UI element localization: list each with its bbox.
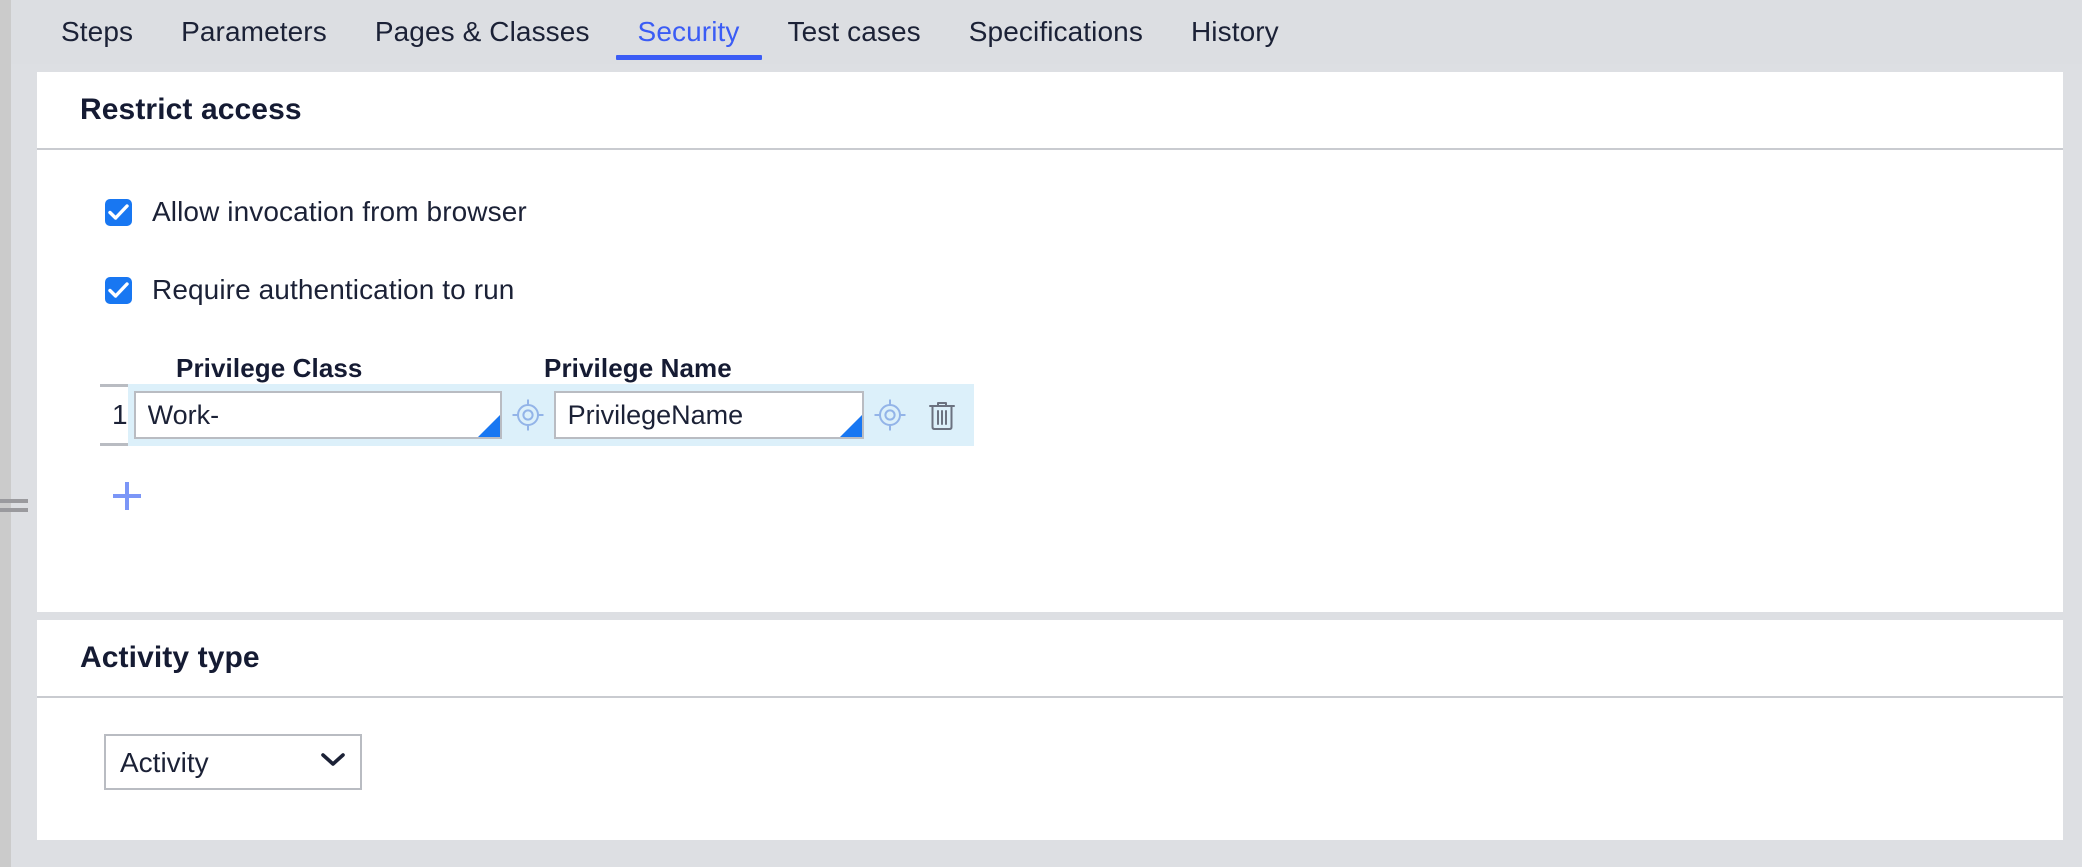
tab-bar: Steps Parameters Pages & Classes Securit… — [11, 0, 2082, 64]
crosshair-target-icon — [874, 399, 906, 431]
column-header-privilege-name: Privilege Name — [544, 353, 732, 383]
restrict-access-body: Allow invocation from browser Require au… — [37, 190, 2063, 524]
checkbox-label: Allow invocation from browser — [152, 196, 527, 227]
plus-icon — [113, 482, 141, 510]
activity-type-body: Activity — [37, 734, 2063, 790]
tab-label: Specifications — [968, 16, 1143, 47]
privilege-table: Privilege Class Privilege Name 1 — [37, 342, 2063, 446]
screen-root: Steps Parameters Pages & Classes Securit… — [0, 0, 2082, 867]
tab-label: History — [1190, 16, 1279, 47]
privilege-class-input[interactable] — [133, 391, 502, 439]
privilege-class-picker-button[interactable] — [502, 391, 554, 439]
page-title: Restrict access — [80, 93, 302, 126]
checkmark-icon — [108, 203, 129, 220]
restrict-access-card: Restrict access Allow invocation from br… — [37, 72, 2063, 612]
add-privilege-row-button[interactable] — [105, 474, 149, 518]
tab-test-cases[interactable]: Test cases — [764, 0, 945, 64]
drag-handle-icon[interactable] — [0, 494, 28, 516]
tab-steps[interactable]: Steps — [37, 0, 157, 64]
checkbox-allow-invocation-from-browser[interactable] — [105, 198, 132, 226]
tab-label: Pages & Classes — [374, 16, 590, 47]
tab-history[interactable]: History — [1167, 0, 1303, 64]
activity-type-select-wrap: Activity — [104, 734, 362, 790]
drag-handle-bar — [0, 507, 28, 512]
checkbox-row-require-authentication[interactable]: Require authentication to run — [37, 268, 2063, 312]
checkbox-label: Require authentication to run — [152, 274, 515, 305]
row-index: 1 — [112, 399, 128, 430]
tab-pages-and-classes[interactable]: Pages & Classes — [351, 0, 614, 64]
add-row-container — [37, 468, 2063, 524]
checkbox-row-allow-invocation[interactable]: Allow invocation from browser — [37, 190, 2063, 234]
table-header-row: Privilege Class Privilege Name — [100, 342, 2063, 384]
tab-label: Security — [637, 16, 740, 47]
left-resize-rail[interactable] — [0, 0, 11, 867]
tab-specifications[interactable]: Specifications — [945, 0, 1167, 64]
tab-label: Steps — [61, 16, 134, 47]
privilege-name-field-wrap — [553, 391, 864, 439]
checkbox-require-authentication-to-run[interactable] — [105, 276, 132, 304]
activity-type-select[interactable]: Activity — [104, 734, 362, 790]
trash-icon — [928, 402, 955, 430]
drag-handle-bar — [0, 498, 28, 503]
tab-label: Test cases — [787, 16, 921, 47]
tab-security[interactable]: Security — [614, 0, 764, 64]
activity-type-header: Activity type — [37, 620, 2063, 698]
privilege-name-picker-button[interactable] — [864, 391, 916, 439]
column-header-privilege-class: Privilege Class — [176, 353, 363, 383]
tab-label: Parameters — [181, 16, 327, 47]
row-fields — [127, 384, 974, 446]
privilege-name-input[interactable] — [553, 391, 864, 439]
section-title: Activity type — [80, 641, 260, 674]
restrict-access-header: Restrict access — [37, 72, 2063, 150]
activity-type-card: Activity type Activity — [37, 620, 2063, 840]
table-row: 1 — [100, 384, 974, 446]
privilege-class-field-wrap — [133, 391, 502, 439]
crosshair-target-icon — [512, 399, 544, 431]
tab-parameters[interactable]: Parameters — [157, 0, 351, 64]
checkmark-icon — [108, 281, 129, 298]
delete-row-button[interactable] — [916, 391, 968, 439]
